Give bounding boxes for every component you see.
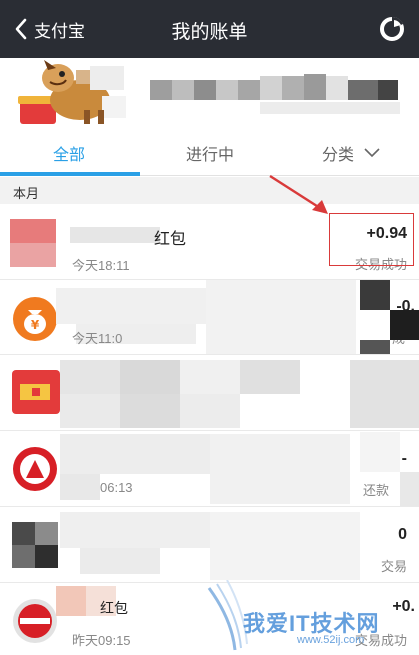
avatar [12,522,58,568]
transaction-row[interactable]: ¥ 今天11:0 -0. 成 [0,280,419,355]
edge-mosaic [360,280,419,354]
header-bar: 支付宝 我的账单 [0,0,419,58]
banner-mosaic [150,74,400,114]
tab-category-label: 分类 [322,147,355,164]
red-envelope-icon [12,370,60,414]
bank-logo-icon [12,446,58,492]
page-title: 我的账单 [171,22,248,43]
annotation-arrow [269,174,328,214]
transaction-row[interactable]: 0 交易 [0,508,419,583]
highlight-box [329,213,414,266]
tab-all[interactable]: 全部 [53,141,85,165]
transaction-title: 红包 [100,600,128,616]
row-mosaic [60,360,419,428]
svg-text:¥: ¥ [31,318,40,332]
transaction-date: 昨天09:15 [72,633,131,648]
red-envelope-icon [12,598,58,644]
transaction-status: 交易 [380,559,407,574]
edge-mosaic [360,432,419,506]
transaction-date: 今天18:11 [72,258,130,273]
row-mosaic [60,512,360,580]
transaction-date: 今天11:0 [72,331,123,346]
transaction-row[interactable] [0,356,419,431]
active-tab-indicator [0,172,140,176]
tab-bar: 全部 进行中 分类 [0,128,419,176]
watermark-url: www.52ij.com [297,634,365,646]
watermark: 我爱IT技术网 www.52ij.com [205,580,419,655]
transaction-date: 06:13 [100,480,133,495]
banner[interactable] [0,58,419,128]
pie-chart-icon[interactable] [379,16,405,42]
transaction-row[interactable]: 06:13 - 还款 [0,432,419,507]
mascot-illustration [18,60,126,124]
tab-category[interactable]: 分类 [322,141,380,165]
tab-in-progress[interactable]: 进行中 [186,141,234,165]
month-header: 本月 [0,177,419,204]
chevron-down-icon [364,148,380,158]
transaction-amount: 0 [398,526,407,543]
money-bag-icon: ¥ [12,296,58,342]
transaction-title: 红包 [154,231,187,248]
